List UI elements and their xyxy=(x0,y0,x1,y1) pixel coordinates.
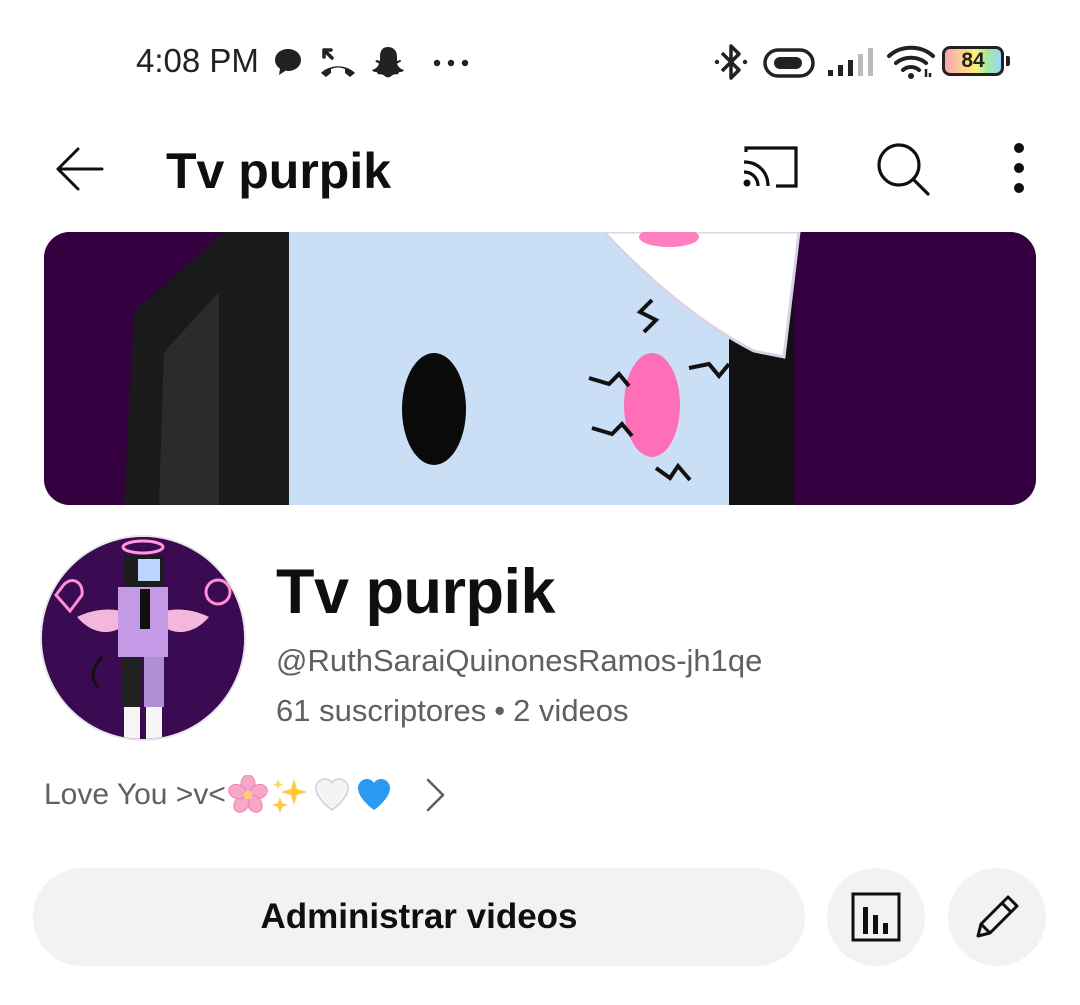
toggle-icon xyxy=(763,48,815,78)
cast-icon[interactable] xyxy=(740,142,802,192)
channel-handle: @RuthSaraiQuinonesRamos-jh1qe xyxy=(276,643,763,678)
analytics-icon xyxy=(851,892,901,942)
wifi-icon xyxy=(887,45,935,79)
status-bar: 4:08 PM 84 xyxy=(0,0,1080,120)
search-icon[interactable] xyxy=(874,140,932,198)
video-count: 2 videos xyxy=(513,693,629,728)
analytics-button[interactable] xyxy=(827,868,925,966)
bluetooth-icon xyxy=(714,44,748,80)
snapchat-ghost-icon xyxy=(372,47,404,78)
channel-stats: 61 suscriptores • 2 videos xyxy=(276,693,629,729)
subscriber-count: 61 suscriptores xyxy=(276,693,487,728)
back-arrow-icon[interactable] xyxy=(52,142,106,196)
more-vert-icon[interactable] xyxy=(1008,142,1030,194)
channel-banner xyxy=(44,232,1036,505)
manage-videos-button[interactable]: Administrar videos xyxy=(33,868,805,966)
channel-name: Tv purpik xyxy=(276,557,556,627)
missed-call-icon xyxy=(321,48,355,77)
more-dots-icon xyxy=(433,59,469,67)
avatar[interactable] xyxy=(42,537,244,739)
stats-separator: • xyxy=(494,693,506,728)
channel-description[interactable]: Love You >v< xyxy=(44,773,446,817)
edit-channel-button[interactable] xyxy=(948,868,1046,966)
white-heart-emoji xyxy=(315,778,349,811)
avatar-artwork xyxy=(42,537,244,739)
edit-pencil-icon xyxy=(976,895,1019,938)
sparkles-emoji xyxy=(271,779,307,813)
signal-icon xyxy=(828,48,873,76)
description-text: Love You >v< xyxy=(44,778,226,811)
cherry-blossom-emoji xyxy=(228,775,268,813)
page-title: Tv purpik xyxy=(166,143,392,199)
description-emoji xyxy=(228,775,394,815)
banner-artwork xyxy=(44,232,1036,505)
battery-icon: 84 xyxy=(942,46,1010,76)
blue-heart-emoji xyxy=(357,779,390,810)
chat-bubble-icon xyxy=(275,49,301,75)
status-time: 4:08 PM xyxy=(136,42,259,79)
chevron-right-icon[interactable] xyxy=(424,777,446,813)
app-bar: Tv purpik xyxy=(0,120,1080,220)
